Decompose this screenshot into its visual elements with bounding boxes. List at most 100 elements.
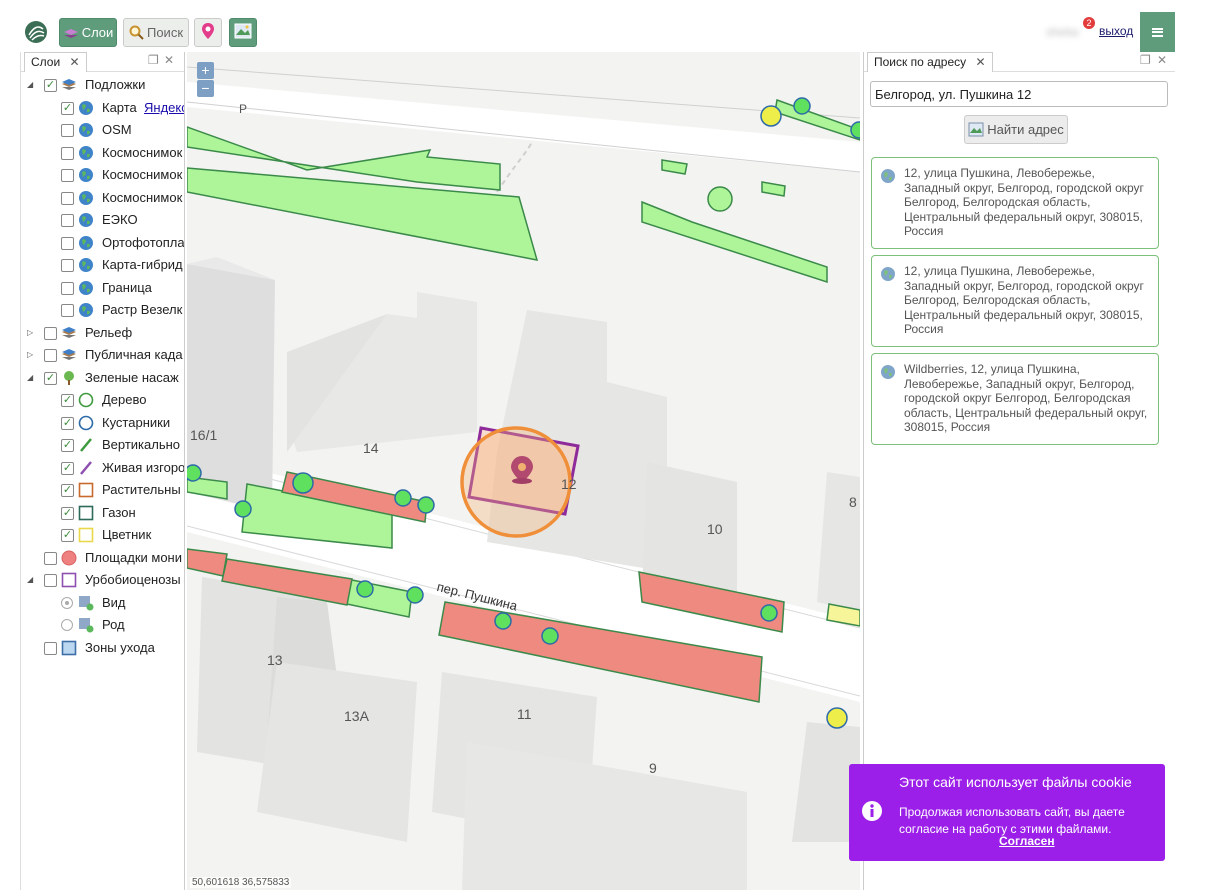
close-icon[interactable]: ✕ [975,55,985,69]
layer-radio[interactable] [61,596,73,609]
building-label-13: 13 [267,652,283,668]
tree-item[interactable]: ✓ Газон [21,502,184,525]
collapse-arrow-icon[interactable]: ◢ [27,80,33,89]
tree-item[interactable]: OSM [21,119,184,142]
tree-item-label: Кустарники [102,414,171,430]
building-label-16-1: 16/1 [190,427,218,443]
tree-item[interactable]: Вид [21,592,184,615]
tree-item-label: Публичная када [85,347,183,362]
app-logo-icon[interactable] [24,20,48,44]
tree-item-label: Вид [102,594,126,610]
layer-checkbox[interactable]: ✓ [61,506,74,520]
maximize-icon[interactable]: ❐ [148,53,159,67]
layer-checkbox[interactable] [61,304,74,317]
tree-item-label: Карта-гибрид [102,257,183,272]
tree-item[interactable]: ◢ ✓ Зеленые насаж [21,367,184,390]
close-icon[interactable]: ✕ [70,55,80,69]
tree-item[interactable]: ✓ Кустарники [21,412,184,435]
tree-item[interactable]: ✓ Вертикально [21,434,184,457]
tree-item[interactable]: ✓ Карта Яндекс [21,97,184,120]
expand-arrow-icon[interactable]: ▷ [27,350,33,359]
globe-icon [78,190,94,206]
coordinates-readout: 50,601618 36,575833 [190,877,292,888]
tree-item-label: Род [102,617,125,632]
search-result-item[interactable]: 12, улица Пушкина, Левобережье, Западный… [871,157,1159,249]
layer-checkbox[interactable] [44,551,57,565]
tab-address-search[interactable]: Поиск по адресу ✕ [867,52,993,72]
tree-item[interactable]: Граница [21,277,184,300]
find-address-button[interactable]: Найти адрес [964,115,1068,144]
layer-checkbox[interactable] [44,641,57,655]
zoom-in-button[interactable]: + [197,62,214,79]
address-input[interactable] [870,81,1168,107]
maximize-icon[interactable]: ❐ [1140,53,1151,67]
layer-checkbox[interactable]: ✓ [61,461,74,475]
collapse-arrow-icon[interactable]: ◢ [27,575,33,584]
hamburger-menu-button[interactable] [1140,12,1175,52]
map-view[interactable]: + − Р 16/1 14 12 10 8 13 13А 11 9 пер. П… [187,52,860,890]
yandex-link[interactable]: Яндекс [144,100,184,115]
tree-item[interactable]: Площадки мони [21,547,184,570]
layer-checkbox[interactable] [61,146,74,160]
globe-icon [881,365,895,379]
tree-item[interactable]: ◢ ✓ Подложки [21,74,184,97]
tree-item[interactable]: ✓ Дерево [21,389,184,412]
user-name[interactable]: sheba [1046,25,1079,39]
layer-checkbox[interactable] [61,169,74,182]
layer-checkbox[interactable]: ✓ [61,394,74,407]
tree-item-label: Живая изгоро [102,459,185,475]
location-pin-icon[interactable] [511,456,533,484]
layer-checkbox[interactable] [61,214,74,227]
tab-layers[interactable]: Слои ✕ [24,52,87,72]
search-result-item[interactable]: Wildberries, 12, улица Пушкина, Левобере… [871,353,1159,445]
tree-item[interactable]: Зоны ухода [21,637,184,660]
square-yellow-icon [78,527,94,543]
layer-checkbox[interactable]: ✓ [44,79,57,92]
tree-item[interactable]: Карта-гибрид [21,254,184,277]
layer-checkbox[interactable] [44,326,57,340]
tree-item[interactable]: ◢ Урбобиоценозы [21,569,184,592]
tree-item[interactable]: Космоснимок [21,142,184,165]
close-panel-icon[interactable]: ✕ [164,53,174,67]
layer-checkbox[interactable] [61,259,74,272]
tree-item[interactable]: Род [21,614,184,637]
tree-icon [61,370,77,386]
map-button[interactable] [229,18,257,47]
logout-link[interactable]: выход [1099,24,1133,38]
layer-checkbox[interactable] [44,349,57,362]
tree-item[interactable]: ✓ Цветник [21,524,184,547]
tree-item[interactable]: Ортофотопла [21,232,185,255]
layer-checkbox[interactable]: ✓ [61,529,74,542]
zoom-out-button[interactable]: − [197,80,214,97]
tree-item[interactable]: ✓ Живая изгоро [21,457,185,480]
expand-arrow-icon[interactable]: ▷ [27,328,33,337]
layer-checkbox[interactable] [61,191,74,205]
line-purple-icon [78,460,94,476]
layer-checkbox[interactable]: ✓ [44,371,57,385]
tree-item[interactable]: Космоснимок [21,164,184,187]
layer-checkbox[interactable] [44,574,57,587]
layer-checkbox[interactable]: ✓ [61,101,74,115]
cookie-accept-link[interactable]: Согласен [999,834,1055,848]
layer-radio[interactable] [61,619,73,631]
tree-item[interactable]: ▷ Публичная када [21,344,184,367]
tree-item[interactable]: Растр Везелк [21,299,184,322]
tree-item[interactable]: Космоснимок [21,187,184,210]
tree-item[interactable]: ✓ Растительны [21,479,184,502]
search-result-item[interactable]: 12, улица Пушкина, Левобережье, Западный… [871,255,1159,347]
search-button[interactable]: Поиск [123,18,189,47]
layer-checkbox[interactable] [61,281,74,295]
layers-button[interactable]: Слои [59,18,117,47]
layer-checkbox[interactable]: ✓ [61,416,74,430]
close-panel-icon[interactable]: ✕ [1157,53,1167,67]
layer-checkbox[interactable] [61,236,74,250]
layer-checkbox[interactable] [61,124,74,137]
map-canvas[interactable] [187,52,860,890]
collapse-arrow-icon[interactable]: ◢ [27,373,33,382]
tree-item[interactable]: ЕЭКО [21,209,184,232]
layer-checkbox[interactable]: ✓ [61,484,74,497]
layer-checkbox[interactable]: ✓ [61,439,74,452]
tree-item[interactable]: ▷ Рельеф [21,322,184,345]
marker-button[interactable] [194,18,222,47]
tree-item-label: Ортофотопла [102,234,185,250]
